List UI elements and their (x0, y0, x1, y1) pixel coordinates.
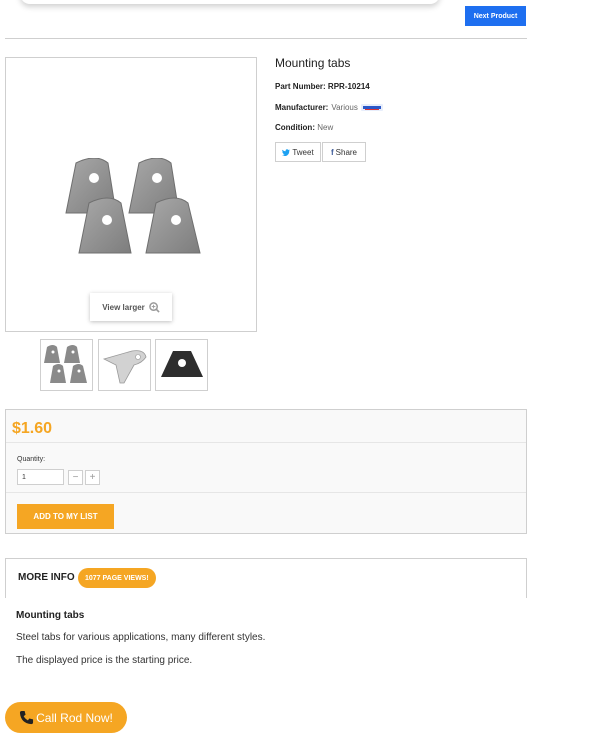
quantity-increase-button[interactable]: + (85, 470, 100, 485)
share-label: Share (335, 147, 358, 157)
tweet-button[interactable]: Tweet (275, 142, 321, 162)
manufacturer-logo (360, 104, 383, 111)
facebook-icon: f (330, 147, 334, 157)
thumbnail-four-tabs[interactable] (40, 339, 93, 391)
thumbnail-curved-tab[interactable] (98, 339, 151, 391)
condition-value: New (317, 123, 334, 132)
more-info-title: MORE INFO (18, 572, 75, 583)
description-title: Mounting tabs (16, 610, 85, 621)
mounting-tabs-image (65, 158, 201, 254)
view-larger-button[interactable]: View larger (90, 293, 172, 321)
quantity-label: Quantity: (17, 456, 46, 463)
manufacturer-value[interactable]: Various (331, 103, 358, 112)
quantity-decrease-button[interactable]: − (68, 470, 83, 485)
product-title: Mounting tabs (275, 56, 351, 70)
main-product-image[interactable]: View larger (5, 57, 257, 332)
view-larger-label: View larger (102, 302, 145, 312)
product-price: $1.60 (12, 420, 53, 437)
thumbnail-trapezoid-tab[interactable] (155, 339, 208, 391)
curved-tab-thumb-image (102, 350, 146, 384)
quantity-input[interactable]: 1 (17, 469, 64, 485)
facebook-share-button[interactable]: f Share (322, 142, 366, 162)
price-panel: $1.60 Quantity: 1 − + ADD TO MY LIST (5, 409, 527, 534)
trapezoid-tab-thumb-image (160, 351, 203, 377)
description-line: The displayed price is the starting pric… (16, 655, 193, 666)
next-product-button[interactable]: Next Product (465, 6, 526, 26)
part-number-value: RPR-10214 (327, 82, 370, 91)
page-views-badge: 1077 PAGE VIEWS! (78, 568, 156, 588)
phone-icon (20, 710, 34, 725)
add-to-list-button[interactable]: ADD TO MY LIST (17, 504, 114, 529)
manufacturer-label: Manufacturer: (275, 103, 329, 112)
call-label: Call Rod Now! (36, 710, 113, 725)
more-info-panel: MORE INFO 1077 PAGE VIEWS! (5, 558, 527, 598)
top-bar-shadow (20, 0, 440, 4)
condition-label: Condition: (275, 123, 315, 132)
condition-row: Condition: New (275, 123, 333, 132)
divider (6, 442, 526, 443)
manufacturer-row: Manufacturer: Various (275, 103, 383, 112)
twitter-icon (282, 148, 291, 156)
divider (5, 38, 527, 39)
description-line: Steel tabs for various applications, man… (16, 632, 266, 643)
part-number-row: Part Number: RPR-10214 (275, 82, 370, 91)
zoom-icon (148, 301, 160, 313)
four-tabs-thumb-image (43, 345, 87, 383)
call-rod-button[interactable]: Call Rod Now! (5, 702, 127, 733)
divider (6, 492, 526, 493)
part-number-label: Part Number: (275, 82, 326, 91)
tweet-label: Tweet (292, 147, 314, 157)
